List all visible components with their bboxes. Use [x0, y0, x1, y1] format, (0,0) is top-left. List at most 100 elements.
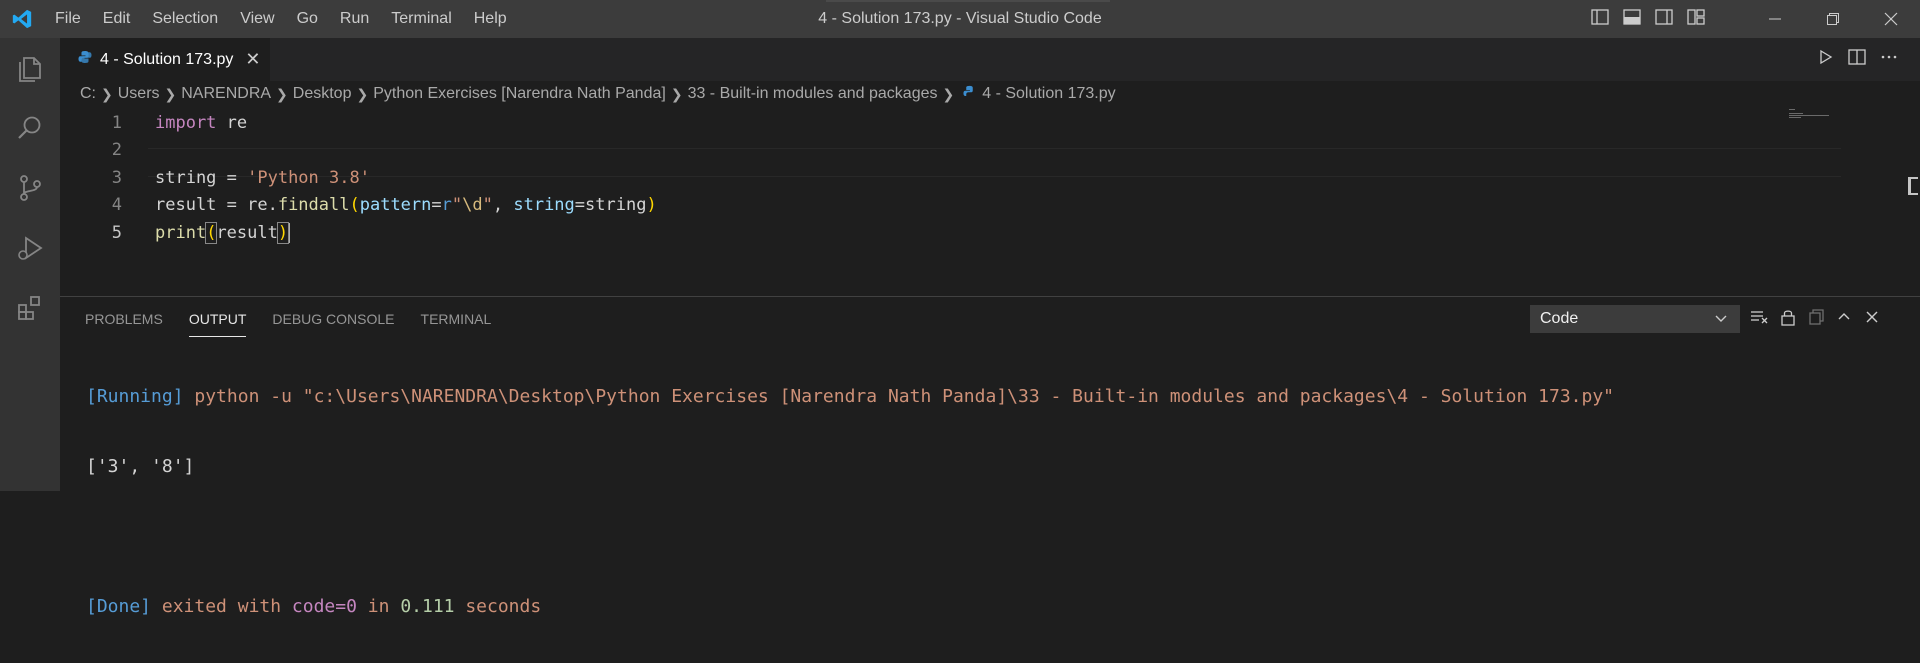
text-cursor: [288, 222, 291, 243]
menu-view[interactable]: View: [229, 0, 285, 38]
code-text: print(result): [155, 221, 291, 244]
toggle-primary-sidebar-icon[interactable]: [1591, 8, 1609, 30]
select-value: Code: [1540, 310, 1579, 327]
editor-area: 4 - Solution 173.py ✕ C: ❯ Users ❯ NAREN…: [60, 38, 1920, 296]
menu-file[interactable]: File: [44, 0, 92, 38]
code-token: =string: [574, 195, 647, 216]
breadcrumb-item[interactable]: NARENDRA: [181, 85, 271, 103]
activity-bar: [0, 38, 60, 491]
code-token: ,: [492, 195, 514, 216]
menu-edit[interactable]: Edit: [92, 0, 142, 38]
breadcrumb-item[interactable]: Users: [118, 85, 160, 103]
open-log-icon[interactable]: [1808, 308, 1824, 330]
exit-code: code=0: [291, 596, 357, 617]
param-token: pattern: [359, 195, 432, 216]
editor-tab[interactable]: 4 - Solution 173.py ✕: [60, 38, 270, 81]
code-token: result: [216, 222, 278, 243]
menu-terminal[interactable]: Terminal: [380, 0, 462, 38]
code-line: 3 string = 'Python 3.8': [60, 164, 1920, 192]
split-editor-icon[interactable]: [1848, 49, 1866, 70]
tab-problems[interactable]: PROBLEMS: [60, 297, 176, 341]
breadcrumb-item[interactable]: 33 - Built-in modules and packages: [688, 85, 938, 103]
chevron-right-icon: ❯: [164, 85, 177, 102]
toggle-panel-icon[interactable]: [1623, 8, 1641, 30]
chevron-right-icon: ❯: [276, 85, 288, 102]
minimize-icon[interactable]: [1746, 0, 1804, 38]
string-prefix-token: r: [441, 195, 452, 216]
line-number: 5: [111, 222, 122, 243]
elapsed-time: 0.111: [400, 596, 455, 617]
maximize-panel-icon[interactable]: [1836, 309, 1852, 330]
running-command: python -u "c:\Users\NARENDRA\Desktop\Pyt…: [183, 386, 1615, 407]
function-token: print: [155, 222, 207, 243]
code-line: 2: [60, 137, 1920, 165]
string-token: ": [451, 195, 463, 216]
customize-layout-icon[interactable]: [1687, 8, 1705, 30]
bracket-token: (: [349, 195, 360, 216]
function-token: findall: [277, 195, 350, 216]
title-accent-line: [826, 0, 1110, 2]
close-tab-icon[interactable]: ✕: [245, 49, 260, 70]
breadcrumb: C: ❯ Users ❯ NARENDRA ❯ Desktop ❯ Python…: [80, 81, 1116, 107]
chevron-right-icon: ❯: [101, 85, 113, 102]
breadcrumb-item[interactable]: Python Exercises [Narendra Nath Panda]: [373, 85, 666, 103]
menu-run[interactable]: Run: [329, 0, 380, 38]
python-file-icon: [78, 50, 92, 69]
breadcrumb-item[interactable]: C:: [80, 85, 96, 103]
vscode-logo-icon: [0, 0, 44, 38]
lock-icon[interactable]: [1780, 308, 1796, 331]
tab-label: 4 - Solution 173.py: [100, 50, 234, 68]
run-file-icon[interactable]: [1818, 49, 1834, 70]
menu-go[interactable]: Go: [286, 0, 329, 38]
close-panel-icon[interactable]: [1864, 309, 1880, 330]
code-text: import re: [155, 113, 247, 133]
done-text: exited with: [151, 596, 292, 617]
output-channel-select[interactable]: Code: [1530, 305, 1740, 333]
param-token: string: [513, 195, 575, 216]
done-tag: [Done]: [86, 596, 152, 617]
tab-output[interactable]: OUTPUT: [176, 297, 260, 341]
escape-token: \d: [462, 195, 483, 216]
breadcrumb-item[interactable]: Desktop: [293, 85, 352, 103]
tab-terminal[interactable]: TERMINAL: [408, 297, 505, 341]
source-control-icon[interactable]: [0, 158, 60, 218]
clear-output-icon[interactable]: [1750, 309, 1768, 330]
code-editor[interactable]: 1 import re 2 3 string = 'Python 3.8' 4 …: [60, 109, 1920, 247]
bottom-panel: PROBLEMS OUTPUT DEBUG CONSOLE TERMINAL C…: [60, 296, 1920, 617]
bracket-token: ): [276, 221, 290, 244]
output-line: [Done] exited with code=0 in 0.111 secon…: [86, 593, 1614, 621]
run-debug-icon[interactable]: [0, 218, 60, 278]
panel-actions: [1750, 305, 1880, 333]
code-line: 5 print(result): [60, 219, 1920, 247]
minimap[interactable]: [1789, 107, 1849, 127]
panel-tabs: PROBLEMS OUTPUT DEBUG CONSOLE TERMINAL: [60, 297, 504, 341]
code-token: re: [216, 112, 248, 133]
output-line: [Running] python -u "c:\Users\NARENDRA\D…: [86, 383, 1614, 411]
menu-help[interactable]: Help: [463, 0, 518, 38]
search-icon[interactable]: [0, 98, 60, 158]
output-content[interactable]: [Running] python -u "c:\Users\NARENDRA\D…: [86, 341, 1614, 663]
tab-debug-console[interactable]: DEBUG CONSOLE: [259, 297, 407, 341]
tab-bar: 4 - Solution 173.py ✕: [60, 38, 1920, 81]
program-output: ['3', '8']: [86, 456, 195, 477]
layout-controls: [1591, 0, 1705, 38]
code-line: 4 result = re.findall(pattern=r"\d", str…: [60, 192, 1920, 220]
restore-icon[interactable]: [1804, 0, 1862, 38]
breadcrumb-item[interactable]: 4 - Solution 173.py: [982, 85, 1115, 103]
string-token: 'Python 3.8': [247, 167, 370, 188]
string-token: ": [482, 195, 493, 216]
title-bar: File Edit Selection View Go Run Terminal…: [0, 0, 1920, 38]
window-controls: [1746, 0, 1920, 38]
output-line: ['3', '8']: [86, 453, 1614, 481]
explorer-icon[interactable]: [0, 38, 60, 98]
chevron-right-icon: ❯: [356, 85, 369, 102]
bracket-token: (: [205, 221, 218, 244]
more-actions-icon[interactable]: [1880, 49, 1898, 70]
extensions-icon[interactable]: [0, 278, 60, 338]
overview-ruler-marker: [1908, 177, 1918, 195]
menu-selection[interactable]: Selection: [141, 0, 229, 38]
close-window-icon[interactable]: [1862, 0, 1920, 38]
toggle-secondary-sidebar-icon[interactable]: [1655, 8, 1673, 30]
code-token: =: [431, 195, 442, 216]
done-text: in: [356, 596, 401, 617]
